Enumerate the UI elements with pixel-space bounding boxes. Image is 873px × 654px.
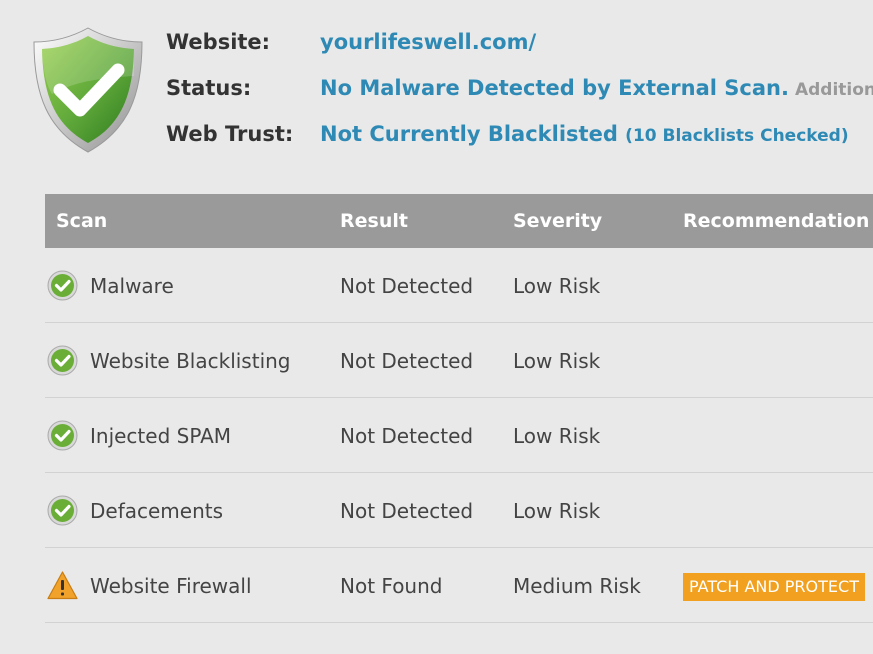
- web-trust-value: Not Currently Blacklisted: [320, 122, 618, 146]
- check-circle-icon: [47, 495, 78, 526]
- scan-severity: Low Risk: [513, 499, 601, 523]
- website-label: Website:: [166, 30, 271, 54]
- scan-severity: Low Risk: [513, 349, 601, 373]
- scan-name: Malware: [90, 274, 174, 298]
- table-row: Malware Not Detected Low Risk: [45, 248, 873, 323]
- header-severity: Severity: [513, 210, 603, 232]
- header-result: Result: [340, 210, 408, 232]
- shield-check-icon: [33, 27, 143, 153]
- web-trust-label: Web Trust:: [166, 122, 294, 146]
- website-value[interactable]: yourlifeswell.com/: [320, 30, 536, 54]
- scan-severity: Medium Risk: [513, 574, 641, 598]
- table-row: Injected SPAM Not Detected Low Risk: [45, 398, 873, 473]
- scan-result: Not Detected: [340, 349, 474, 373]
- scan-name: Injected SPAM: [90, 424, 232, 448]
- scan-name: Website Blacklisting: [90, 349, 291, 373]
- scan-results-table: Scan Result Severity Recommendation Malw…: [45, 194, 873, 623]
- header-recommendation: Recommendation: [683, 210, 870, 232]
- table-row: Website Firewall Not Found Medium Risk P…: [45, 548, 873, 623]
- check-circle-icon: [47, 270, 78, 301]
- check-circle-icon: [47, 420, 78, 451]
- check-circle-icon: [47, 345, 78, 376]
- status-additional-link[interactable]: Additional A: [795, 80, 873, 100]
- patch-and-protect-button[interactable]: PATCH AND PROTECT: [683, 573, 865, 601]
- scan-result: Not Detected: [340, 424, 474, 448]
- status-value-wrap: No Malware Detected by External Scan. Add…: [320, 76, 873, 100]
- table-row: Website Blacklisting Not Detected Low Ri…: [45, 323, 873, 398]
- table-row: Defacements Not Detected Low Risk: [45, 473, 873, 548]
- scan-severity: Low Risk: [513, 274, 601, 298]
- warning-triangle-icon: [47, 571, 78, 600]
- table-header: Scan Result Severity Recommendation: [45, 194, 873, 248]
- web-trust-value-wrap: Not Currently Blacklisted (10 Blacklists…: [320, 122, 849, 146]
- scan-result: Not Found: [340, 574, 443, 598]
- blacklists-checked-link[interactable]: (10 Blacklists Checked): [625, 126, 848, 146]
- header-scan: Scan: [56, 210, 108, 232]
- scan-name: Website Firewall: [90, 574, 252, 598]
- scan-result: Not Detected: [340, 274, 474, 298]
- scan-severity: Low Risk: [513, 424, 601, 448]
- scan-result: Not Detected: [340, 499, 474, 523]
- status-label: Status:: [166, 76, 252, 100]
- status-value: No Malware Detected by External Scan.: [320, 76, 789, 100]
- scan-name: Defacements: [90, 499, 224, 523]
